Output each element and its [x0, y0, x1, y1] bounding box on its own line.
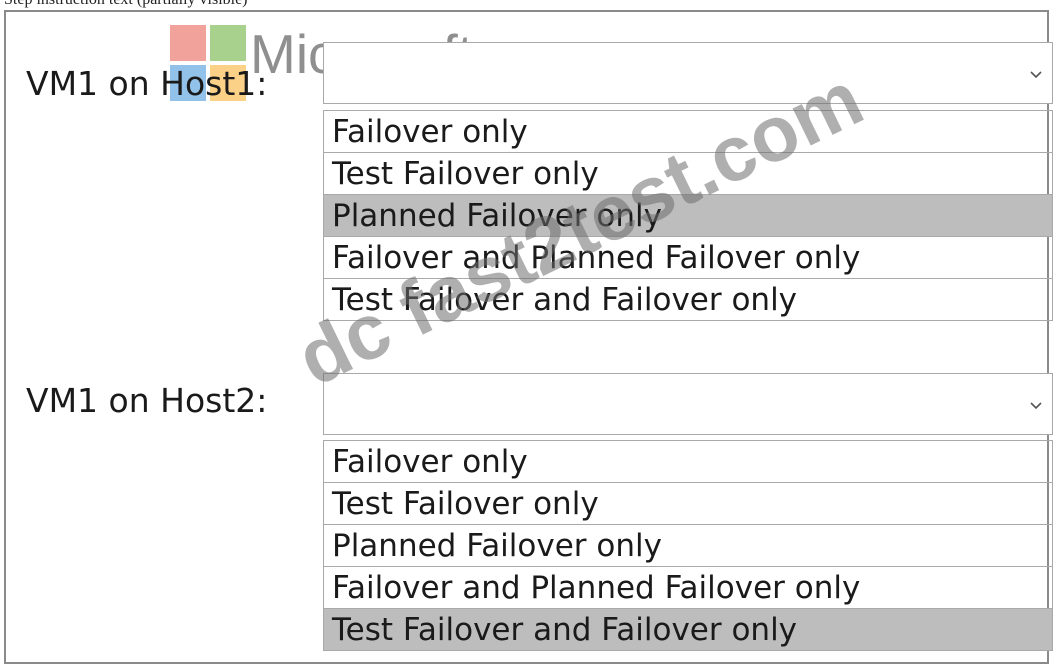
logo-green-square — [210, 25, 246, 61]
chevron-down-icon — [1030, 71, 1042, 79]
option-host2-test-failover-and-failover[interactable]: Test Failover and Failover only — [324, 609, 1052, 651]
top-caption-text: Step instruction text (partially visible… — [4, 0, 248, 9]
question-label-host2: VM1 on Host2: — [26, 381, 268, 420]
option-host2-planned-failover-only[interactable]: Planned Failover only — [324, 525, 1052, 567]
top-caption-strip: Step instruction text (partially visible… — [0, 0, 1053, 10]
option-host2-failover-and-planned[interactable]: Failover and Planned Failover only — [324, 567, 1052, 609]
answer-area: Microsoft VM1 on Host1: Failover only Te… — [4, 10, 1053, 664]
dropdown-host2[interactable] — [323, 373, 1053, 435]
question-label-host1: VM1 on Host1: — [26, 64, 268, 103]
chevron-down-icon — [1030, 402, 1042, 410]
option-host2-test-failover-only[interactable]: Test Failover only — [324, 483, 1052, 525]
options-list-host2: Failover only Test Failover only Planned… — [323, 440, 1053, 651]
option-host2-failover-only[interactable]: Failover only — [324, 441, 1052, 483]
dropdown-host1[interactable] — [323, 42, 1053, 104]
logo-red-square — [170, 25, 206, 61]
